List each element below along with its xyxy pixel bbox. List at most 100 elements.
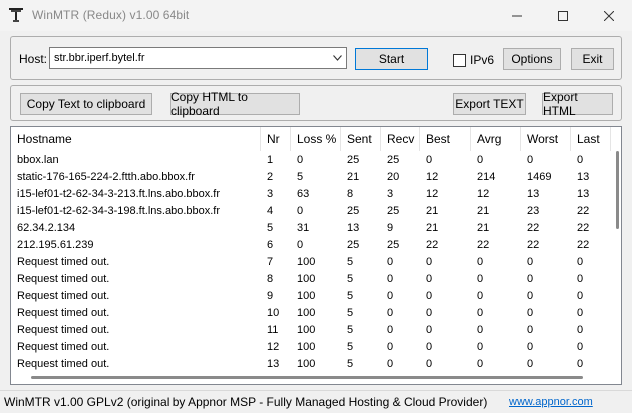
cell-recv: 25 [387, 205, 400, 217]
cell-last: 0 [577, 358, 584, 370]
cell-loss: 5 [297, 171, 304, 183]
cell-best: 21 [426, 205, 439, 217]
cell-best: 0 [426, 341, 433, 353]
status-text: WinMTR v1.00 GPLv2 (original by Appnor M… [4, 395, 488, 409]
cell-nr: 10 [267, 307, 280, 319]
table-row[interactable]: Request timed out. 13 100 5 0 0 0 0 0 [11, 356, 611, 373]
cell-loss: 100 [297, 324, 316, 336]
cell-hostname: 62.34.2.134 [17, 222, 76, 234]
export-html-button[interactable]: Export HTML [542, 90, 613, 118]
host-combobox[interactable]: str.bbr.iperf.bytel.fr [49, 47, 347, 69]
column-header-recv[interactable]: Recv [381, 127, 420, 151]
minimize-button[interactable] [494, 0, 540, 31]
cell-sent: 5 [347, 324, 354, 336]
cell-sent: 5 [347, 341, 354, 353]
table-row[interactable]: i15-lef01-t2-62-34-3-213.ft.lns.abo.bbox… [11, 186, 611, 203]
cell-worst: 0 [527, 154, 534, 166]
table-row[interactable]: bbox.lan 1 0 25 25 0 0 0 0 [11, 152, 611, 169]
options-button[interactable]: Options [503, 48, 561, 70]
column-header-worst[interactable]: Worst [521, 127, 571, 151]
cell-last: 13 [577, 188, 590, 200]
cell-sent: 5 [347, 273, 354, 285]
table-row[interactable]: 212.195.61.239 6 0 25 25 22 22 22 22 [11, 237, 611, 254]
exit-button[interactable]: Exit [571, 48, 614, 70]
cell-sent: 21 [347, 171, 360, 183]
ipv6-checkbox[interactable] [453, 54, 466, 67]
close-button[interactable] [586, 0, 632, 31]
cell-loss: 0 [297, 239, 304, 251]
cell-loss: 100 [297, 256, 316, 268]
copy-html-button[interactable]: Copy HTML to clipboard [170, 90, 300, 118]
table-row[interactable]: i15-lef01-t2-62-34-3-198.ft.lns.abo.bbox… [11, 203, 611, 220]
table-row[interactable]: Request timed out. 7 100 5 0 0 0 0 0 [11, 254, 611, 271]
cell-sent: 5 [347, 307, 354, 319]
cell-avrg: 21 [477, 205, 490, 217]
copy-text-button[interactable]: Copy Text to clipboard [20, 93, 152, 115]
cell-worst: 13 [527, 188, 540, 200]
close-icon [604, 10, 614, 21]
cell-nr: 11 [267, 324, 279, 336]
table-row[interactable]: Request timed out. 8 100 5 0 0 0 0 0 [11, 271, 611, 288]
export-text-button[interactable]: Export TEXT [453, 93, 526, 115]
host-value[interactable]: str.bbr.iperf.bytel.fr [54, 52, 144, 64]
cell-last: 0 [577, 256, 584, 268]
cell-nr: 6 [267, 239, 274, 251]
cell-worst: 22 [527, 222, 540, 234]
cell-sent: 25 [347, 205, 360, 217]
cell-avrg: 0 [477, 290, 484, 302]
cell-avrg: 0 [477, 273, 484, 285]
ipv6-label[interactable]: IPv6 [470, 53, 494, 67]
table-row[interactable]: Request timed out. 10 100 5 0 0 0 0 0 [11, 305, 611, 322]
cell-worst: 0 [527, 290, 534, 302]
vertical-scrollbar[interactable] [615, 129, 621, 357]
cell-worst: 0 [527, 358, 534, 370]
column-header-avrg[interactable]: Avrg [471, 127, 521, 151]
horizontal-scrollbar[interactable] [13, 375, 613, 381]
cell-recv: 0 [387, 324, 394, 336]
app-icon [9, 8, 23, 22]
cell-best: 0 [426, 307, 433, 319]
vertical-scroll-thumb[interactable] [616, 151, 619, 229]
table-row[interactable]: Request timed out. 9 100 5 0 0 0 0 0 [11, 288, 611, 305]
cell-best: 21 [426, 222, 439, 234]
table-row[interactable]: Request timed out. 12 100 5 0 0 0 0 0 [11, 339, 611, 356]
cell-nr: 1 [267, 154, 274, 166]
table-header: Hostname Nr Loss % Sent Recv Best Avrg Worst Las… [11, 127, 611, 151]
appnor-link[interactable]: www.appnor.com [509, 396, 593, 408]
table-row[interactable]: static-176-165-224-2.ftth.abo.bbox.fr 2 5 2… [11, 169, 611, 186]
start-button[interactable]: Start [355, 48, 428, 70]
cell-nr: 2 [267, 171, 274, 183]
cell-avrg: 22 [477, 239, 490, 251]
column-header-best[interactable]: Best [420, 127, 471, 151]
results-listview[interactable]: Hostname Nr Loss % Sent Recv Best Avrg Worst Las… [10, 126, 622, 385]
cell-last: 0 [577, 341, 584, 353]
maximize-button[interactable] [540, 0, 586, 31]
host-label: Host: [19, 52, 48, 66]
chevron-down-icon [332, 55, 342, 61]
cell-hostname: Request timed out. [17, 307, 110, 319]
host-dropdown-button[interactable] [328, 48, 346, 68]
cell-sent: 8 [347, 188, 354, 200]
cell-worst: 0 [527, 273, 534, 285]
column-header-nr[interactable]: Nr [261, 127, 291, 151]
status-bar: WinMTR v1.00 GPLv2 (original by Appnor M… [0, 390, 632, 413]
column-header-hostname[interactable]: Hostname [11, 127, 261, 151]
cell-sent: 25 [347, 239, 360, 251]
horizontal-scroll-thumb[interactable] [31, 376, 583, 379]
cell-hostname: Request timed out. [17, 290, 110, 302]
cell-last: 22 [577, 239, 590, 251]
cell-nr: 7 [267, 256, 274, 268]
cell-avrg: 0 [477, 307, 484, 319]
cell-hostname: static-176-165-224-2.ftth.abo.bbox.fr [17, 171, 195, 183]
column-header-loss[interactable]: Loss % [291, 127, 341, 151]
cell-hostname: Request timed out. [17, 273, 110, 285]
cell-last: 0 [577, 290, 584, 302]
table-row[interactable]: Request timed out. 11 100 5 0 0 0 0 0 [11, 322, 611, 339]
cell-avrg: 21 [477, 222, 490, 234]
cell-recv: 9 [387, 222, 394, 234]
column-header-last[interactable]: Last [571, 127, 611, 151]
column-header-sent[interactable]: Sent [341, 127, 381, 151]
table-row[interactable]: 62.34.2.134 5 31 13 9 21 21 22 22 [11, 220, 611, 237]
cell-best: 12 [426, 188, 439, 200]
cell-best: 22 [426, 239, 439, 251]
